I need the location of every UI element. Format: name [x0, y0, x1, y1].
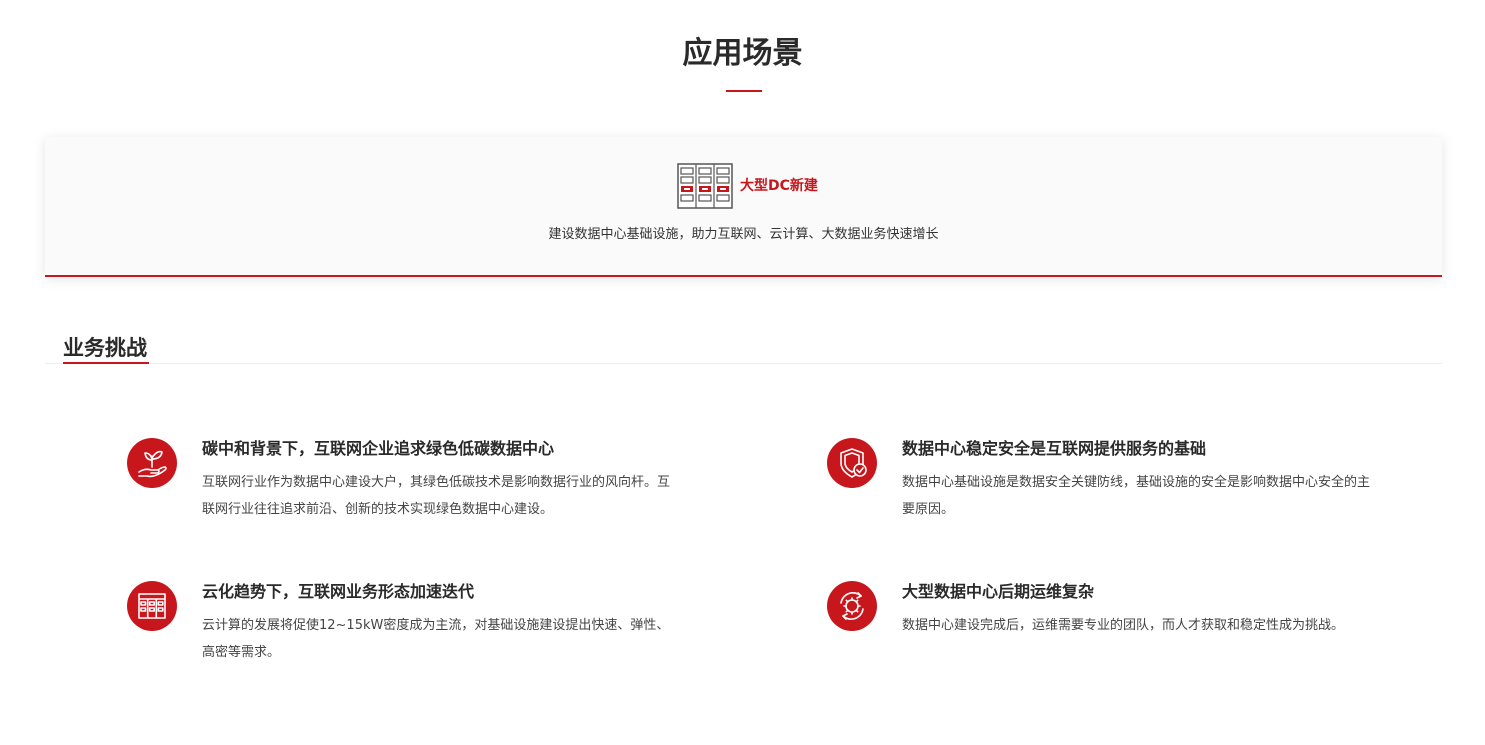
title-underline: [726, 90, 762, 92]
scenario-card[interactable]: 大型DC新建 建设数据中心基础设施，助力互联网、云计算、大数据业务快速增长: [45, 137, 1442, 277]
section-rule: [45, 363, 1442, 364]
challenge-title: 数据中心稳定安全是互联网提供服务的基础: [902, 439, 1207, 458]
challenge-description: 互联网行业作为数据中心建设大户，其绿色低碳技术是影响数据行业的风向杆。互联网行业…: [202, 475, 671, 517]
server-rack-icon: [677, 163, 733, 209]
page-title: 应用场景: [682, 36, 803, 71]
scenario-description: 建设数据中心基础设施，助力互联网、云计算、大数据业务快速增长: [548, 227, 939, 242]
section-title: 业务挑战: [63, 336, 147, 360]
challenge-description: 数据中心建设完成后，运维需要专业的团队，而人才获取和稳定性成为挑战。: [902, 618, 1345, 633]
scenario-name: 大型DC新建: [740, 178, 818, 194]
challenge-title: 云化趋势下，互联网业务形态加速迭代: [202, 582, 475, 601]
section-underline: [63, 362, 149, 364]
challenge-title: 大型数据中心后期运维复杂: [902, 582, 1095, 601]
cabinet-grid-icon: [127, 581, 177, 631]
plant-in-hand-icon: [127, 438, 177, 488]
shield-check-icon: [827, 438, 877, 488]
challenge-description: 数据中心基础设施是数据安全关键防线，基础设施的安全是影响数据中心安全的主要原因。: [902, 475, 1371, 517]
challenge-description: 云计算的发展将促使12~15kW密度成为主流，对基础设施建设提出快速、弹性、高密…: [202, 618, 670, 660]
gear-cycle-icon: [827, 581, 877, 631]
challenge-title: 碳中和背景下，互联网企业追求绿色低碳数据中心: [202, 439, 555, 458]
